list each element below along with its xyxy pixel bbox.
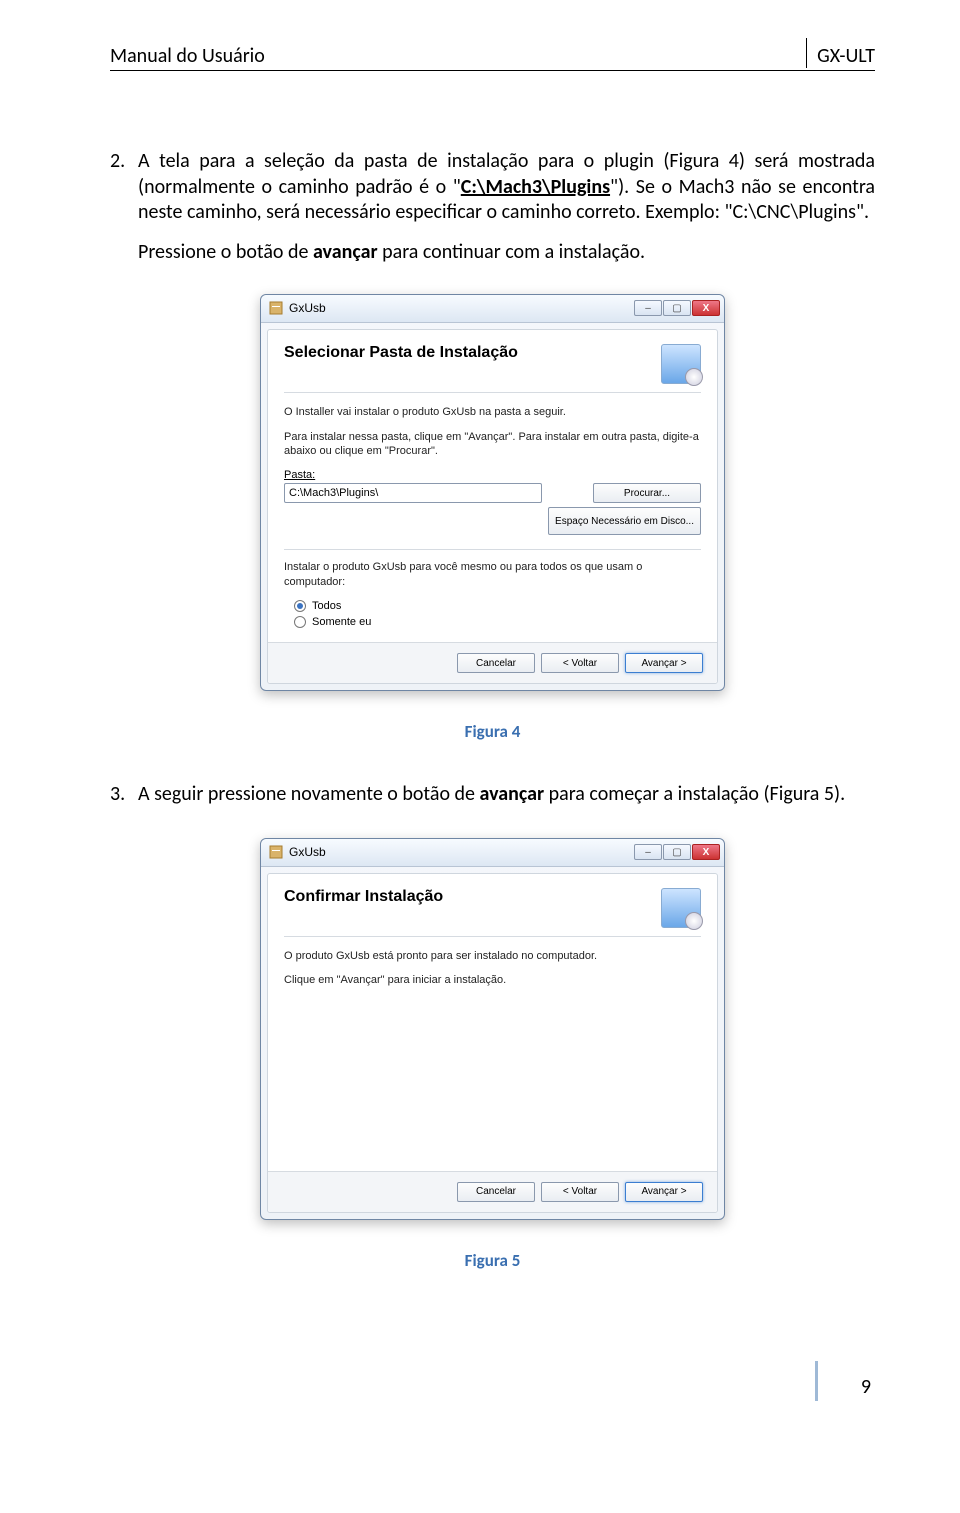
list-number: 3.: [110, 782, 138, 808]
folder-input[interactable]: [284, 483, 542, 503]
folder-label: Pasta:: [284, 469, 701, 481]
list-number: 2.: [110, 149, 138, 226]
minimize-button[interactable]: –: [634, 844, 662, 860]
maximize-button[interactable]: ▢: [663, 300, 691, 316]
page-header: Manual do Usuário GX-ULT: [110, 38, 875, 71]
installer-dialog-confirm: GxUsb – ▢ X Confirmar Instalação O produ…: [260, 838, 725, 1220]
back-button[interactable]: < Voltar: [541, 1182, 619, 1202]
diskspace-button[interactable]: Espaço Necessário em Disco...: [548, 507, 701, 535]
dialog-text-1: O Installer vai instalar o produto GxUsb…: [284, 405, 701, 420]
app-icon: [269, 845, 283, 859]
cancel-button[interactable]: Cancelar: [457, 653, 535, 673]
titlebar: GxUsb – ▢ X: [261, 839, 724, 867]
computer-icon: [661, 344, 701, 384]
minimize-button[interactable]: –: [634, 300, 662, 316]
installer-dialog-folder: GxUsb – ▢ X Selecionar Pasta de Instalaç…: [260, 294, 725, 691]
dialog-text-2: Para instalar nessa pasta, clique em "Av…: [284, 430, 701, 460]
browse-button[interactable]: Procurar...: [593, 483, 701, 503]
radio-everyone[interactable]: Todos: [294, 600, 701, 612]
list-item-2: 2. A tela para a seleção da pasta de ins…: [110, 149, 875, 226]
window-title: GxUsb: [289, 301, 326, 315]
header-right: GX-ULT: [806, 38, 875, 68]
dialog-heading: Confirmar Instalação: [284, 888, 443, 906]
figure-caption-5: Figura 5: [110, 1250, 875, 1271]
press-instruction: Pressione o botão de avançar para contin…: [138, 240, 875, 264]
close-button[interactable]: X: [692, 844, 720, 860]
close-button[interactable]: X: [692, 300, 720, 316]
page-number: 9: [861, 1375, 871, 1399]
radio-justme[interactable]: Somente eu: [294, 616, 701, 628]
install-for-label: Instalar o produto GxUsb para você mesmo…: [284, 560, 701, 590]
figure-caption-4: Figura 4: [110, 721, 875, 742]
header-left: Manual do Usuário: [110, 44, 265, 68]
dialog-heading: Selecionar Pasta de Instalação: [284, 344, 518, 362]
page-number-box: 9: [815, 1361, 875, 1401]
dialog-text-1: O produto GxUsb está pronto para ser ins…: [284, 949, 701, 964]
dialog-text-2: Clique em "Avançar" para iniciar a insta…: [284, 973, 701, 988]
list-text: A tela para a seleção da pasta de instal…: [138, 149, 875, 226]
next-button[interactable]: Avançar >: [625, 1182, 703, 1202]
computer-icon: [661, 888, 701, 928]
next-button[interactable]: Avançar >: [625, 653, 703, 673]
list-item-3: 3. A seguir pressione novamente o botão …: [110, 782, 875, 808]
list-text: A seguir pressione novamente o botão de …: [138, 782, 845, 808]
titlebar: GxUsb – ▢ X: [261, 295, 724, 323]
maximize-button[interactable]: ▢: [663, 844, 691, 860]
back-button[interactable]: < Voltar: [541, 653, 619, 673]
cancel-button[interactable]: Cancelar: [457, 1182, 535, 1202]
app-icon: [269, 301, 283, 315]
window-title: GxUsb: [289, 845, 326, 859]
